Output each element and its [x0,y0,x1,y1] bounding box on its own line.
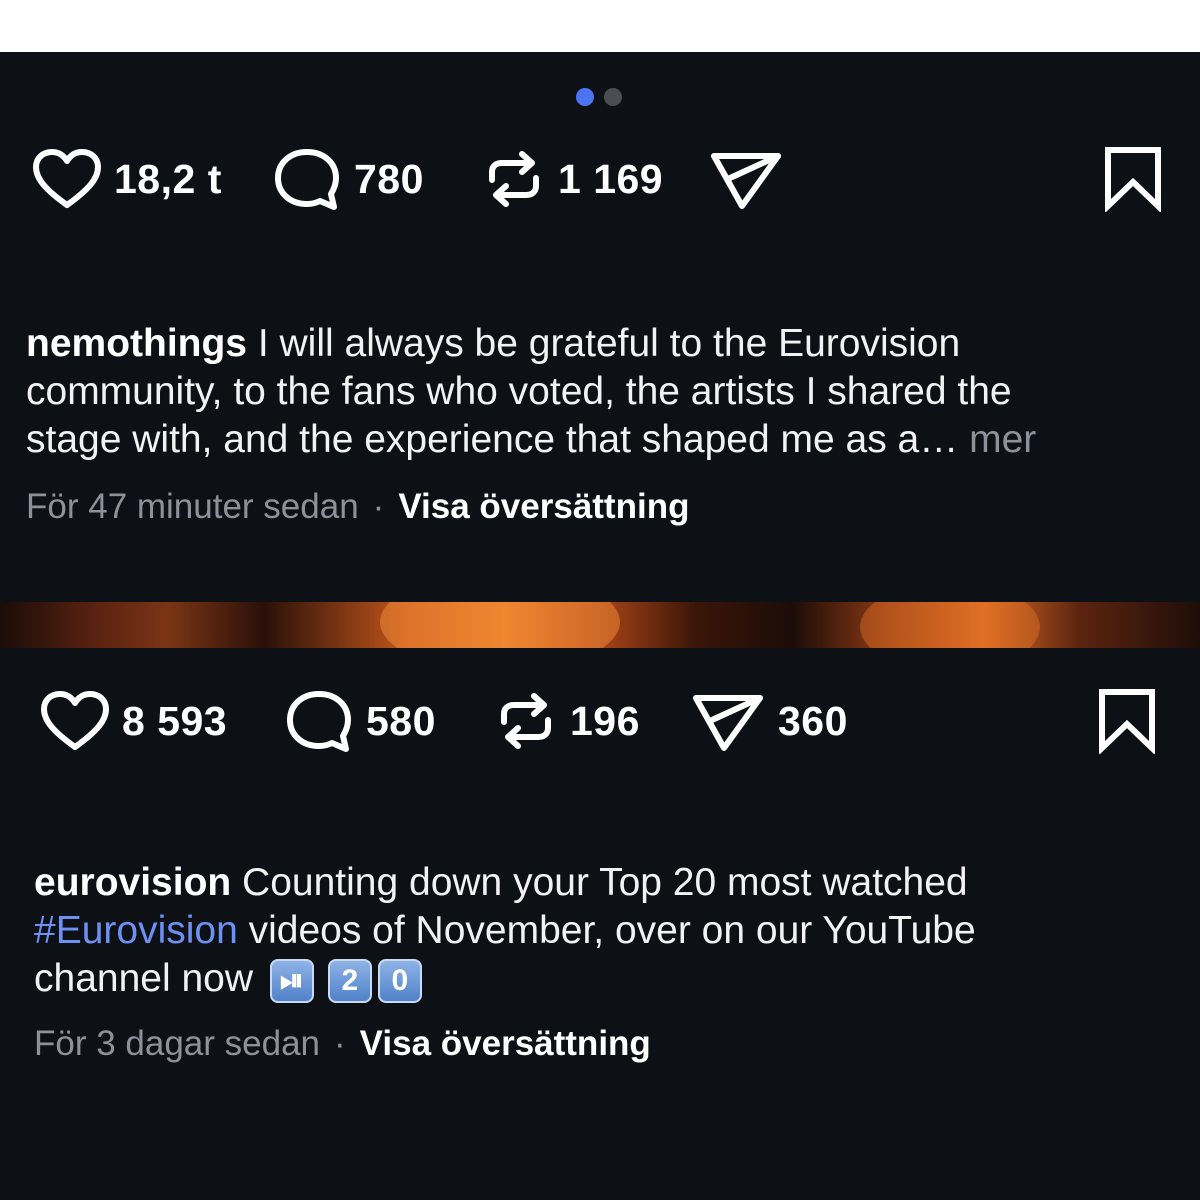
post1-caption-line3: stage with, and the experience that shap… [26,418,1037,461]
post1-share-button[interactable] [708,144,784,214]
post1-separator: · [372,487,385,526]
post2-action-bar: 8 593 580 196 360 [0,686,1200,756]
post1-caption-line2: community, to the fans who voted, the ar… [26,370,1012,413]
post2-hashtag-link[interactable]: #Eurovision [34,909,238,952]
send-icon [693,695,763,751]
post1-repost-button[interactable]: 1 169 [482,144,663,214]
post2-share-button[interactable]: 360 [690,686,848,756]
post2-repost-button[interactable]: 196 [494,686,640,756]
post2-like-count: 8 593 [122,697,228,744]
post2-separator: · [334,1024,346,1063]
post2-comment-button[interactable]: 580 [284,686,436,756]
post1-caption-line1: nemothings I will always be grateful to … [26,322,961,365]
post1-username[interactable]: nemothings [26,322,247,365]
repost-icon [489,151,539,207]
send-icon [711,153,781,209]
bookmark-icon [1099,689,1155,754]
heart-icon [33,149,101,208]
post1-translate-link[interactable]: Visa översättning [398,487,689,526]
post1-comment-button[interactable]: 780 [272,144,424,214]
post2-save-button[interactable] [1094,686,1160,756]
post2-repost-count: 196 [570,697,640,744]
post1-like-button[interactable]: 18,2 t [32,144,222,214]
keycap-digit-emoji: 0 [377,958,422,1003]
post2-timestamp: För 3 dagar sedan [34,1024,321,1063]
carousel-dot-active[interactable] [576,88,594,106]
keycap-digit-emoji: 2 [327,958,372,1003]
top-white-strip [0,0,1200,52]
post2-caption-line3: channel now ⏯ 2 0 [34,955,1184,1003]
post1-meta: För 47 minuter sedan · Visa översättning [26,487,689,527]
comment-bubble-icon [287,691,351,752]
heart-icon [41,691,109,750]
post2-caption-line1: eurovision Counting down your Top 20 mos… [34,861,968,904]
post2-caption-line2: #Eurovision videos of November, over on … [34,909,976,952]
carousel-dot-inactive[interactable] [604,88,622,106]
post1-timestamp: För 47 minuter sedan [26,487,359,526]
carousel-indicator [576,88,622,106]
post2-comment-count: 580 [366,697,436,744]
post2-share-count: 360 [778,697,848,744]
post1-caption: nemothings I will always be grateful to … [26,320,1186,464]
bookmark-icon [1105,147,1161,212]
post2-username[interactable]: eurovision [34,861,231,904]
post1-repost-count: 1 169 [558,155,664,202]
post1-like-count: 18,2 t [114,155,222,202]
post2-meta: För 3 dagar sedan · Visa översättning [34,1024,651,1064]
post1-more-link[interactable]: mer [969,418,1036,461]
play-pause-emoji: ⏯ [269,958,314,1003]
post2-caption: eurovision Counting down your Top 20 mos… [34,859,1184,1003]
post1-save-button[interactable] [1100,144,1166,214]
post2-like-button[interactable]: 8 593 [40,686,227,756]
post1-action-bar: 18,2 t 780 1 169 [0,144,1200,214]
post2-media-image[interactable] [0,602,1200,648]
post2-translate-link[interactable]: Visa översättning [360,1024,651,1063]
post1-comment-count: 780 [354,155,424,202]
comment-bubble-icon [275,149,339,210]
repost-icon [501,693,551,749]
